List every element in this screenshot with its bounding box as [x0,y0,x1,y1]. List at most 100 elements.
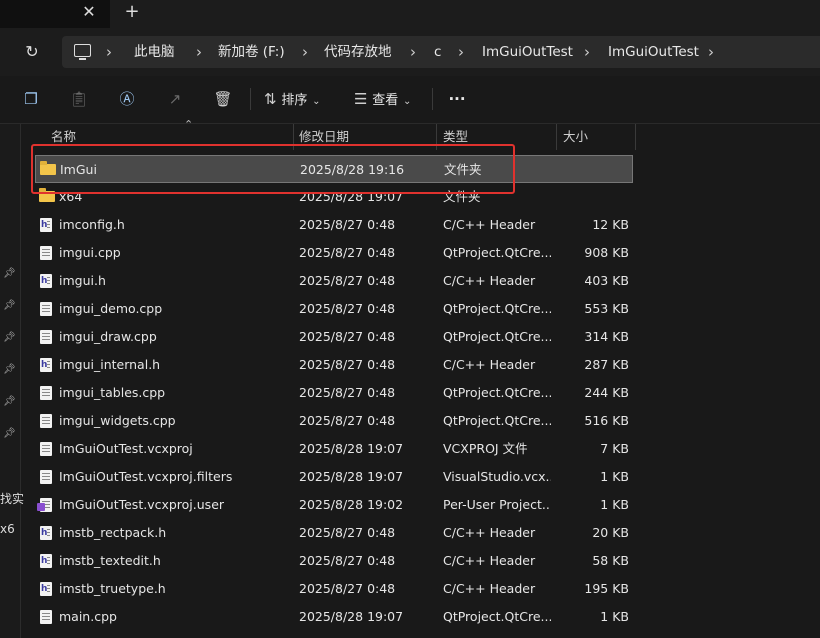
file-date: 2025/8/27 0:48 [299,273,396,288]
breadcrumb-item-project[interactable]: ImGuiOutTest [482,36,573,68]
file-row[interactable]: imgui_widgets.cpp 2025/8/27 0:48 QtProject… [35,407,633,435]
sort-button[interactable]: ⇅ 排序 ⌄ [264,86,344,112]
command-bar: ❐ 📋︎ Ⓐ ↗ 🗑︎ ⇅ 排序 ⌄ ☰ 查看 ⌄ ··· [0,76,820,124]
breadcrumb-item-project-inner[interactable]: ImGuiOutTest [608,36,699,68]
computer-icon[interactable] [74,44,91,60]
chevron-right-icon[interactable]: › [458,36,464,68]
file-date: 2025/8/27 0:48 [299,525,396,540]
file-type: VisualStudio.vcx... [443,469,551,484]
pin-icon[interactable]: 📌︎ [3,428,16,440]
file-date: 2025/8/28 19:07 [299,469,404,484]
rename-icon[interactable]: Ⓐ [116,86,138,112]
toolbar-divider [250,88,251,110]
file-row[interactable]: imgui_tables.cpp 2025/8/27 0:48 QtProject.… [35,379,633,407]
file-row[interactable]: imgui.cpp 2025/8/27 0:48 QtProject.QtCre..… [35,239,633,267]
pin-icon[interactable]: 📌︎ [3,300,16,312]
file-name: main.cpp [59,609,117,624]
file-date: 2025/8/27 0:48 [299,301,396,316]
pin-icon[interactable]: 📌︎ [3,268,16,280]
column-size[interactable]: 大小 [563,124,588,150]
file-icon [40,246,52,260]
file-type: C/C++ Header [443,525,536,540]
file-size: 314 KB [584,329,629,344]
file-size: 1 KB [600,497,629,512]
chevron-right-icon[interactable]: › [708,36,714,68]
navigation-pane: 📌︎ 📌︎ 📌︎ 📌︎ 📌︎ 📌︎ 找实 x6 [0,124,24,638]
file-name: imstb_truetype.h [59,581,166,596]
file-date: 2025/8/27 0:48 [299,217,396,232]
file-date: 2025/8/27 0:48 [299,329,396,344]
column-divider[interactable] [635,124,636,150]
header-file-icon [40,554,52,568]
more-options-button[interactable]: ··· [444,86,470,112]
file-row[interactable]: imgui_draw.cpp 2025/8/27 0:48 QtProject.Qt… [35,323,633,351]
close-tab-button[interactable]: ✕ [80,3,98,21]
file-row[interactable]: main.cpp 2025/8/28 19:07 QtProject.QtCre..… [35,603,633,631]
chevron-right-icon[interactable]: › [196,36,202,68]
window-tab[interactable]: ✕ [0,0,110,28]
file-row[interactable]: imgui.h 2025/8/27 0:48 C/C++ Header 403 KB [35,267,633,295]
chevron-right-icon[interactable]: › [410,36,416,68]
breadcrumb-item-c[interactable]: c [434,36,441,68]
file-size [555,183,629,211]
header-file-icon [40,274,52,288]
refresh-icon[interactable]: ↻ [22,42,42,62]
column-divider[interactable] [556,124,557,150]
file-name: imgui.h [59,273,106,288]
file-row[interactable]: imstb_truetype.h 2025/8/27 0:48 C/C++ Head… [35,575,633,603]
file-type: QtProject.QtCre... [443,609,551,624]
chevron-right-icon[interactable]: › [302,36,308,68]
file-type: C/C++ Header [443,553,536,568]
header-file-icon [40,582,52,596]
file-type: VCXPROJ 文件 [443,441,528,456]
pin-icon[interactable]: 📌︎ [3,364,16,376]
pin-icon[interactable]: 📌︎ [3,332,16,344]
file-type: C/C++ Header [443,217,536,232]
file-name: imgui_internal.h [59,357,161,372]
file-name: imgui_widgets.cpp [59,413,176,428]
file-size [556,156,630,184]
delete-icon[interactable]: 🗑︎ [212,86,234,112]
file-name: imgui.cpp [59,245,121,260]
file-type: C/C++ Header [443,273,536,288]
file-icon [40,442,52,456]
file-type: QtProject.QtCre... [443,385,551,400]
file-row[interactable]: ImGuiOutTest.vcxproj.user 2025/8/28 19:02… [35,491,633,519]
pin-icon[interactable]: 📌︎ [3,396,16,408]
file-row[interactable]: imconfig.h 2025/8/27 0:48 C/C++ Header 12 K… [35,211,633,239]
breadcrumb-item-code-folder[interactable]: 代码存放地 [324,36,392,68]
sort-icon: ⇅ [264,90,277,108]
chevron-right-icon[interactable]: › [106,36,112,68]
sort-label: 排序 [281,93,308,108]
copy-icon[interactable]: ❐ [20,86,42,112]
file-size: 287 KB [584,357,629,372]
file-icon [40,470,52,484]
chevron-down-icon: ⌄ [403,96,412,107]
file-name: ImGuiOutTest.vcxproj.filters [59,469,233,484]
breadcrumb-item-drive[interactable]: 新加卷 (F:) [218,36,285,68]
breadcrumb-item-this-pc[interactable]: 此电脑 [134,36,175,68]
file-size: 244 KB [584,385,629,400]
share-icon[interactable]: ↗ [164,86,186,112]
annotation-highlight-box [31,144,515,194]
paste-icon[interactable]: 📋︎ [68,86,90,112]
nav-item-partial[interactable]: x6 [0,522,15,536]
file-row[interactable]: imstb_textedit.h 2025/8/27 0:48 C/C++ Head… [35,547,633,575]
file-row[interactable]: imgui_internal.h 2025/8/27 0:48 C/C++ Head… [35,351,633,379]
breadcrumb[interactable]: › 此电脑 › 新加卷 (F:) › 代码存放地 › c › ImGuiOutT… [62,36,820,68]
view-button[interactable]: ☰ 查看 ⌄ [354,86,434,112]
file-type: QtProject.QtCre... [443,245,551,260]
vs-user-file-icon [37,498,52,512]
file-date: 2025/8/27 0:48 [299,581,396,596]
file-size: 12 KB [592,217,629,232]
file-date: 2025/8/28 19:07 [299,441,404,456]
file-row[interactable]: ImGuiOutTest.vcxproj 2025/8/28 19:07 VCXPR… [35,435,633,463]
file-row[interactable]: imgui_demo.cpp 2025/8/27 0:48 QtProject.Qt… [35,295,633,323]
file-row[interactable]: imstb_rectpack.h 2025/8/27 0:48 C/C++ Head… [35,519,633,547]
new-tab-button[interactable]: + [123,3,141,21]
file-size: 516 KB [584,413,629,428]
file-row[interactable]: ImGuiOutTest.vcxproj.filters 2025/8/28 19… [35,463,633,491]
chevron-right-icon[interactable]: › [584,36,590,68]
file-size: 403 KB [584,273,629,288]
file-date: 2025/8/27 0:48 [299,413,396,428]
